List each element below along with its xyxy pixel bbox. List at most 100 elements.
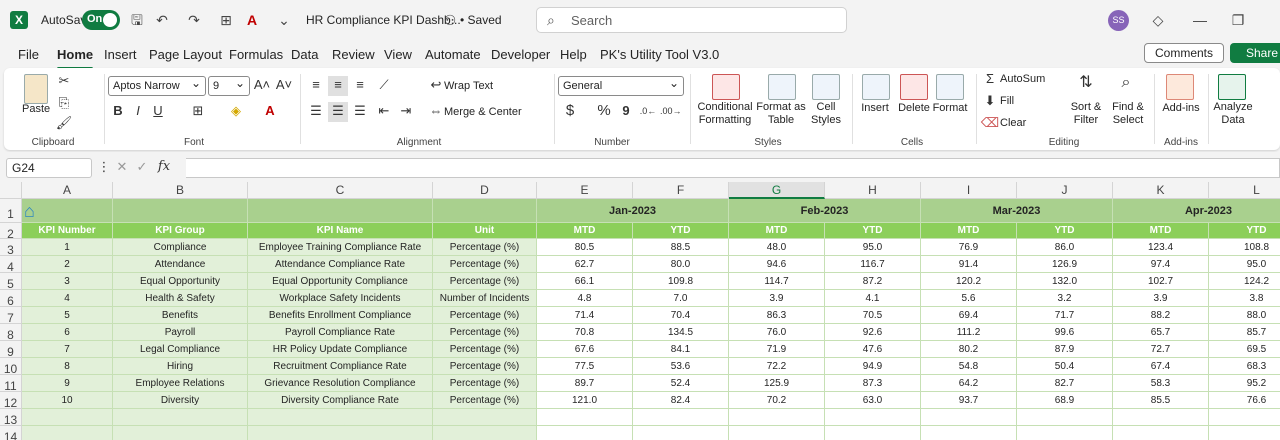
fill-icon[interactable]: ⬇ [980, 92, 1000, 112]
table-cell[interactable]: 125.9 [729, 375, 825, 392]
table-cell[interactable]: 86.3 [729, 307, 825, 324]
column-header-c[interactable]: C [248, 182, 433, 199]
table-cell[interactable]: 76.9 [921, 239, 1017, 256]
restore-icon[interactable]: ❐ [1228, 10, 1248, 30]
font-name-select[interactable]: Aptos Narrow [108, 74, 206, 96]
table-cell[interactable]: 69.5 [1209, 341, 1280, 358]
table-cell[interactable]: Percentage (%) [433, 273, 537, 290]
row-header[interactable]: 7 [0, 307, 22, 325]
table-cell[interactable]: 124.2 [1209, 273, 1280, 290]
document-title[interactable]: HR Compliance KPI Dashb... [306, 13, 461, 27]
cell-styles-icon[interactable] [812, 74, 840, 100]
tab-formulas[interactable]: Formulas [229, 47, 283, 62]
empty-cell[interactable] [248, 409, 433, 426]
table-cell[interactable]: 3 [22, 273, 113, 290]
banner-cell[interactable] [113, 199, 248, 223]
table-cell[interactable]: 97.4 [1113, 256, 1209, 273]
empty-cell[interactable] [113, 409, 248, 426]
tab-insert[interactable]: Insert [104, 47, 137, 62]
table-cell[interactable]: Percentage (%) [433, 375, 537, 392]
table-cell[interactable]: Benefits Enrollment Compliance [248, 307, 433, 324]
table-cell[interactable]: 7 [22, 341, 113, 358]
table-cell[interactable]: 69.4 [921, 307, 1017, 324]
empty-cell[interactable] [1017, 409, 1113, 426]
fill-button[interactable]: Fill [1000, 95, 1014, 107]
table-cell[interactable]: Employee Training Compliance Rate [248, 239, 433, 256]
month-header[interactable]: Apr-2023 [1113, 199, 1280, 223]
tab-file[interactable]: File [18, 47, 39, 62]
save-icon[interactable]: 🖫 [127, 10, 147, 30]
cancel-icon[interactable]: ✕ [112, 158, 132, 178]
table-cell[interactable]: Recruitment Compliance Rate [248, 358, 433, 375]
tab-automate[interactable]: Automate [425, 47, 481, 62]
column-header-g[interactable]: G [729, 182, 825, 199]
empty-cell[interactable] [537, 426, 633, 440]
align-center-icon[interactable]: ☰ [328, 102, 348, 122]
analyze-data-label-2[interactable]: Data [1210, 114, 1256, 126]
empty-cell[interactable] [22, 426, 113, 440]
empty-cell[interactable] [729, 409, 825, 426]
table-cell[interactable]: Percentage (%) [433, 324, 537, 341]
row-header[interactable]: 13 [0, 409, 22, 427]
align-right-icon[interactable]: ☰ [350, 102, 370, 122]
table-cell[interactable]: 121.0 [537, 392, 633, 409]
autosum-icon[interactable]: Σ [980, 70, 1000, 90]
paste-icon[interactable] [24, 74, 48, 104]
column-title[interactable]: YTD [825, 223, 921, 239]
table-cell[interactable]: 77.5 [537, 358, 633, 375]
table-cell[interactable]: 85.7 [1209, 324, 1280, 341]
search-box[interactable]: ⌕ Search [536, 7, 847, 33]
month-header[interactable]: Mar-2023 [921, 199, 1113, 223]
cell-styles-label[interactable]: Cell [808, 101, 844, 113]
column-title[interactable]: MTD [1113, 223, 1209, 239]
cut-icon[interactable]: ✂ [54, 72, 74, 92]
sort-filter-label-2[interactable]: Filter [1068, 114, 1104, 126]
table-cell[interactable]: 80.5 [537, 239, 633, 256]
copy-icon[interactable]: ⎘ [54, 94, 74, 114]
table-cell[interactable]: Diversity Compliance Rate [248, 392, 433, 409]
table-cell[interactable]: 52.4 [633, 375, 729, 392]
table-cell[interactable]: 9 [22, 375, 113, 392]
empty-cell[interactable] [22, 409, 113, 426]
row-header[interactable]: 4 [0, 256, 22, 274]
table-cell[interactable]: 66.1 [537, 273, 633, 290]
percent-button[interactable]: % [594, 102, 614, 122]
column-header-l[interactable]: L [1209, 182, 1280, 199]
table-cell[interactable]: 88.2 [1113, 307, 1209, 324]
table-cell[interactable]: Employee Relations [113, 375, 248, 392]
empty-cell[interactable] [633, 426, 729, 440]
table-cell[interactable]: 58.3 [1113, 375, 1209, 392]
table-cell[interactable]: 120.2 [921, 273, 1017, 290]
table-cell[interactable]: 50.4 [1017, 358, 1113, 375]
table-cell[interactable]: 109.8 [633, 273, 729, 290]
increase-font-icon[interactable]: A˄ [252, 76, 272, 96]
column-title[interactable]: MTD [921, 223, 1017, 239]
table-cell[interactable]: 68.3 [1209, 358, 1280, 375]
font-size-select[interactable]: 9 [208, 74, 250, 96]
tab-help[interactable]: Help [560, 47, 587, 62]
autosave-toggle[interactable]: On [82, 10, 120, 30]
table-cell[interactable]: Compliance [113, 239, 248, 256]
tab-home[interactable]: Home [57, 47, 94, 70]
number-format-select[interactable]: General [558, 74, 684, 96]
table-cell[interactable]: 134.5 [633, 324, 729, 341]
column-header-i[interactable]: I [921, 182, 1017, 199]
table-cell[interactable]: 87.2 [825, 273, 921, 290]
table-cell[interactable]: 4.1 [825, 290, 921, 307]
align-top-icon[interactable]: ≡ [306, 76, 326, 96]
table-cell[interactable]: 93.7 [921, 392, 1017, 409]
row-header[interactable]: 14 [0, 426, 22, 440]
merge-center-button[interactable]: Merge & Center [444, 106, 522, 118]
addins-button[interactable]: Add-ins [1158, 102, 1204, 114]
table-cell[interactable]: 10 [22, 392, 113, 409]
table-cell[interactable]: 5 [22, 307, 113, 324]
font-color-icon[interactable]: A [260, 102, 280, 122]
table-cell[interactable]: 76.0 [729, 324, 825, 341]
banner-cell[interactable] [433, 199, 537, 223]
table-cell[interactable]: 111.2 [921, 324, 1017, 341]
table-cell[interactable]: 80.2 [921, 341, 1017, 358]
align-left-icon[interactable]: ☰ [306, 102, 326, 122]
table-cell[interactable]: 92.6 [825, 324, 921, 341]
tab-page-layout[interactable]: Page Layout [149, 47, 222, 62]
table-cell[interactable]: 64.2 [921, 375, 1017, 392]
